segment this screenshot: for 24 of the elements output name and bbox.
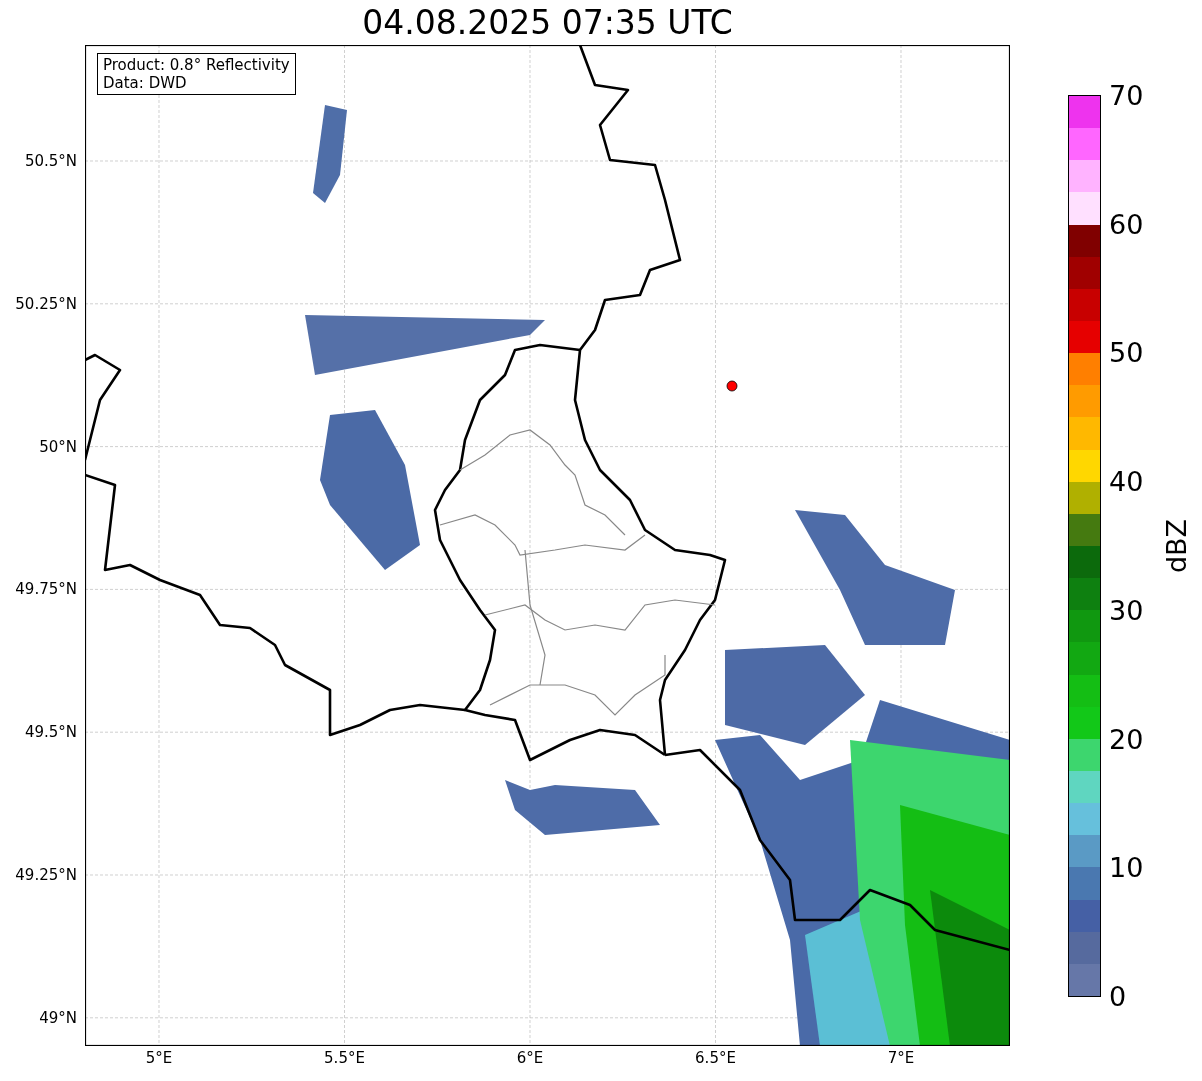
chart-title: 04.08.2025 07:35 UTC [362,6,733,39]
y-tick-label: 50.5°N [24,153,77,169]
colorbar-label: dBZ [1162,518,1190,574]
x-tick-label: 6.5°E [695,1051,736,1066]
colorbar-tick-label: 70 [1109,81,1144,109]
x-tick-label: 6°E [516,1051,544,1066]
colorbar-tick-label: 30 [1109,596,1144,624]
legend-text: Product: 0.8° Reflectivity [103,56,290,74]
colorbar-tick-label: 10 [1109,853,1144,881]
colorbar-tick-label: 60 [1109,210,1144,238]
legend-text: Data: DWD [103,74,188,92]
x-tick-label: 5°E [145,1051,173,1066]
colorbar-tick-label: 20 [1109,725,1144,753]
y-tick-label: 49°N [39,1010,77,1026]
y-tick-label: 49.75°N [15,581,77,597]
y-tick-label: 49.5°N [24,724,77,740]
y-tick-label: 49.25°N [15,867,77,883]
colorbar-tick-label: 0 [1109,982,1127,1010]
colorbar-tick-label: 40 [1109,467,1144,495]
x-tick-label: 7°E [887,1051,915,1066]
y-tick-label: 50°N [39,439,77,455]
x-tick-label: 5.5°E [324,1051,365,1066]
colorbar-tick-label: 50 [1109,338,1144,366]
y-tick-label: 50.25°N [15,296,77,312]
